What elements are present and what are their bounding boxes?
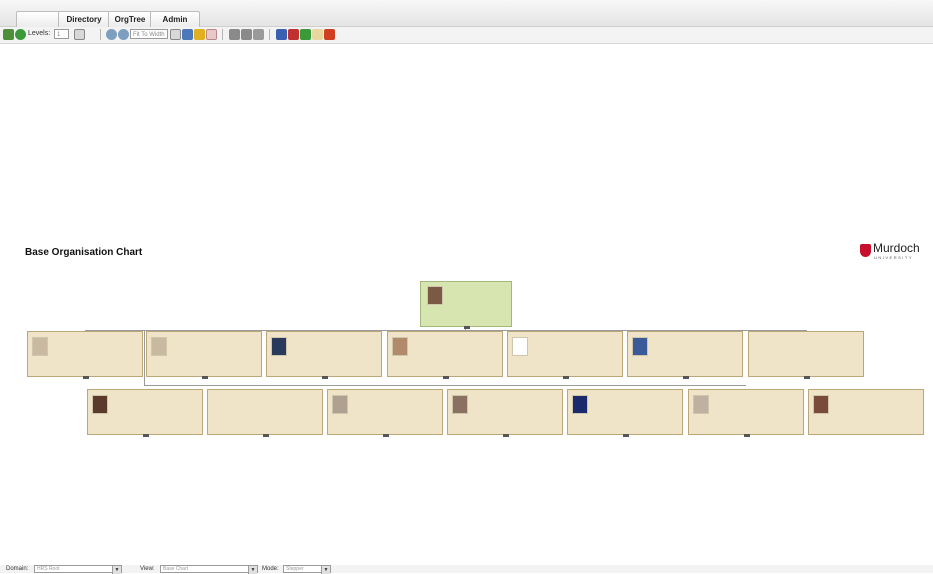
expand-toggle[interactable]: [683, 376, 689, 379]
org-card[interactable]: [207, 389, 323, 437]
expand-toggle[interactable]: [804, 376, 810, 379]
print-setup-icon[interactable]: [241, 29, 252, 40]
expand-toggle[interactable]: [464, 326, 470, 329]
expand-toggle[interactable]: [202, 376, 208, 379]
avatar: [271, 337, 287, 356]
pdf-icon[interactable]: [288, 29, 299, 40]
tab-bar: Directory OrgTree Admin: [0, 0, 933, 27]
avatar: [813, 395, 829, 414]
org-card[interactable]: [387, 331, 503, 379]
avatar: [212, 395, 226, 412]
avatar: [392, 337, 408, 356]
status-bar: Domain: HRS Root ▼ View: Base Chart ▼ Mo…: [0, 565, 933, 574]
avatar: [512, 337, 528, 356]
levels-value: 1: [57, 32, 61, 38]
print-icon[interactable]: [229, 29, 240, 40]
expand-toggle[interactable]: [744, 434, 750, 437]
mode-label: Mode:: [262, 566, 279, 572]
levels-dropdown-icon[interactable]: [74, 29, 85, 40]
toolbar-separator: [269, 29, 270, 40]
fit-select[interactable]: Fit To Width: [130, 29, 168, 39]
org-card-root[interactable]: [420, 281, 512, 329]
tab-orgtree[interactable]: OrgTree: [108, 11, 152, 27]
domain-label: Domain:: [6, 566, 29, 572]
fit-value: Fit To Width: [133, 32, 165, 38]
avatar: [452, 395, 468, 414]
university-logo: Murdoch UNIVERSITY: [860, 241, 930, 263]
zoom-in-icon[interactable]: [106, 29, 117, 40]
shield-icon: [860, 244, 871, 257]
expand-toggle[interactable]: [443, 376, 449, 379]
expand-toggle[interactable]: [503, 434, 509, 437]
refresh-icon[interactable]: [15, 29, 26, 40]
save-icon[interactable]: [276, 29, 287, 40]
expand-toggle[interactable]: [383, 434, 389, 437]
email-icon[interactable]: [312, 29, 323, 40]
view-label: View:: [140, 566, 155, 572]
tab-admin[interactable]: Admin: [150, 11, 200, 27]
view-select[interactable]: Base Chart ▼: [160, 565, 258, 574]
org-card[interactable]: [87, 389, 203, 437]
tab-directory[interactable]: Directory: [58, 11, 110, 27]
avatar: [92, 395, 108, 414]
connector-line: [144, 331, 145, 385]
avatar: [332, 395, 348, 414]
toolbar-separator: [100, 29, 101, 40]
toolbar: Levels: 1 Fit To Width: [0, 27, 933, 44]
org-card[interactable]: [447, 389, 563, 437]
avatar: [693, 395, 709, 414]
export-icon[interactable]: [253, 29, 264, 40]
expand-toggle[interactable]: [83, 376, 89, 379]
expand-toggle[interactable]: [563, 376, 569, 379]
avatar: [753, 337, 767, 354]
avatar: [32, 337, 48, 356]
logo-sub: UNIVERSITY: [874, 255, 914, 260]
org-card[interactable]: [27, 331, 143, 379]
org-card[interactable]: [266, 331, 382, 379]
levels-label: Levels:: [28, 30, 51, 37]
mode-value: Stepper: [286, 566, 304, 572]
org-card[interactable]: [327, 389, 443, 437]
org-card[interactable]: [808, 389, 924, 435]
layout-icon[interactable]: [194, 29, 205, 40]
levels-select[interactable]: 1: [54, 29, 69, 39]
avatar: [151, 337, 167, 356]
avatar: [572, 395, 588, 414]
expand-icon[interactable]: [182, 29, 193, 40]
close-icon[interactable]: [324, 29, 335, 40]
view-value: Base Chart: [163, 566, 189, 572]
chart-title: Base Organisation Chart: [25, 247, 143, 258]
print-preview-icon[interactable]: [206, 29, 217, 40]
org-card[interactable]: [748, 331, 864, 379]
excel-icon[interactable]: [300, 29, 311, 40]
avatar: [427, 286, 443, 305]
expand-toggle[interactable]: [263, 434, 269, 437]
org-card[interactable]: [146, 331, 262, 379]
expand-toggle[interactable]: [322, 376, 328, 379]
tab-home[interactable]: [16, 11, 60, 27]
tree-icon[interactable]: [3, 29, 14, 40]
org-card[interactable]: [688, 389, 804, 437]
domain-select[interactable]: HRS Root ▼: [34, 565, 122, 574]
connector-line: [144, 385, 746, 386]
org-card[interactable]: [627, 331, 743, 379]
org-card[interactable]: [567, 389, 683, 437]
expand-toggle[interactable]: [623, 434, 629, 437]
toolbar-separator: [222, 29, 223, 40]
expand-toggle[interactable]: [143, 434, 149, 437]
org-card[interactable]: [507, 331, 623, 379]
logo-word: Murdoch: [873, 241, 920, 255]
avatar: [632, 337, 648, 356]
fit-dropdown-icon[interactable]: [170, 29, 181, 40]
domain-value: HRS Root: [37, 566, 60, 572]
mode-select[interactable]: Stepper ▼: [283, 565, 331, 574]
zoom-out-icon[interactable]: [118, 29, 129, 40]
